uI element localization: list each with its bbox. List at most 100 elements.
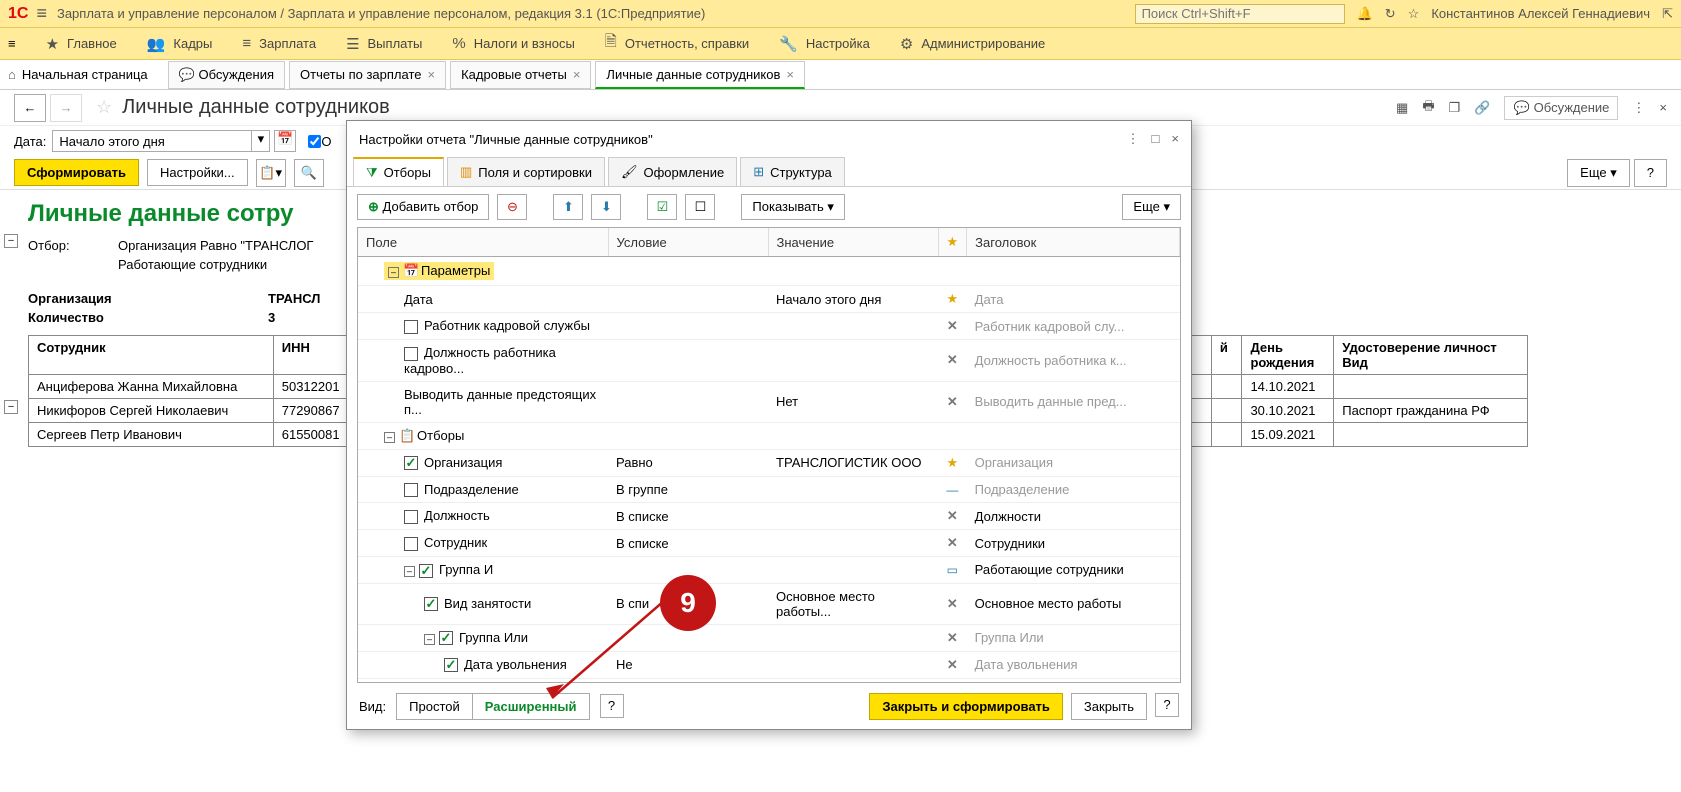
window-icon[interactable]: ❐ (1449, 100, 1461, 116)
row-checkbox[interactable]: ✓ (424, 597, 438, 611)
x-icon[interactable]: ✕ (947, 535, 958, 550)
history-icon[interactable]: ↻ (1385, 6, 1396, 22)
x-icon[interactable]: ✕ (947, 596, 958, 611)
run-report-button[interactable]: Сформировать (14, 159, 139, 186)
discussion-button[interactable]: 💬Обсуждение (1504, 96, 1618, 120)
menu-burger-icon[interactable]: ≡ (8, 36, 16, 51)
kebab-icon[interactable]: ⋮ (1632, 100, 1645, 116)
row-checkbox[interactable]: ✓ (439, 631, 453, 645)
add-filter-button[interactable]: ⊕ Добавить отбор (357, 194, 489, 220)
help-button[interactable]: ? (1634, 159, 1667, 187)
back-button[interactable]: ← (14, 94, 46, 122)
dlg-tab-fields[interactable]: ▥Поля и сортировки (447, 157, 605, 186)
x-icon[interactable]: ✕ (947, 318, 958, 333)
date-input[interactable] (52, 130, 252, 152)
move-up-button[interactable]: ⬆ (553, 194, 583, 220)
dlg-more-button[interactable]: Еще ▾ (1122, 194, 1181, 220)
close-icon[interactable]: × (1659, 100, 1667, 115)
row-checkbox[interactable] (404, 320, 418, 334)
org-checkbox[interactable] (308, 135, 321, 148)
row-checkbox[interactable]: ✓ (419, 564, 433, 578)
delete-button[interactable]: ⊖ (497, 194, 527, 220)
star-icon[interactable]: ★ (947, 291, 959, 306)
filter-row[interactable]: ДолжностьВ списке✕Должности (358, 503, 1180, 530)
x-icon[interactable]: ✕ (947, 352, 958, 367)
menu-kadry[interactable]: 👥Кадры (147, 35, 213, 53)
menu-admin[interactable]: ⚙Администрирование (900, 35, 1045, 53)
filter-row[interactable]: ✓Дата увольненияНе✕Дата увольнения (358, 651, 1180, 678)
menu-nastroika[interactable]: 🔧Настройка (779, 35, 870, 53)
star-icon[interactable]: ☆ (1408, 6, 1420, 22)
show-button[interactable]: Показывать ▾ (741, 194, 845, 220)
favorite-icon[interactable]: ☆ (96, 97, 112, 118)
filter-row[interactable]: Работник кадровой службы✕Работник кадров… (358, 313, 1180, 340)
x-icon[interactable]: ✕ (947, 394, 958, 409)
tree-collapse[interactable]: – (4, 234, 18, 248)
filter-row[interactable]: СотрудникВ списке✕Сотрудники (358, 530, 1180, 557)
row-checkbox[interactable]: ✓ (404, 456, 418, 470)
calendar-icon[interactable]: 📅 (274, 130, 296, 152)
grid-icon[interactable]: ▦ (1396, 100, 1408, 116)
menu-nalogi[interactable]: %Налоги и взносы (452, 35, 574, 52)
view-icon[interactable]: — (946, 483, 958, 497)
menu-vyplaty[interactable]: ☰Выплаты (346, 35, 422, 53)
tree-toggle-icon[interactable]: – (384, 432, 395, 443)
close-and-run-button[interactable]: Закрыть и сформировать (869, 693, 1063, 720)
close-icon[interactable]: × (573, 67, 581, 82)
move-down-button[interactable]: ⬇ (591, 194, 621, 220)
row-checkbox[interactable]: ✓ (444, 658, 458, 672)
filter-row[interactable]: ДатаНачало этого дня★Дата (358, 286, 1180, 313)
tree-collapse[interactable]: – (4, 400, 18, 414)
load-variant-button[interactable]: 📋▾ (256, 159, 286, 187)
star-icon[interactable]: ★ (947, 455, 959, 470)
filter-row[interactable]: ✓ОрганизацияРавноТРАНСЛОГИСТИК ООО★Орган… (358, 449, 1180, 476)
filter-grid[interactable]: Поле Условие Значение ★ Заголовок –📅Пара… (357, 227, 1181, 683)
filter-row[interactable]: –✓Группа Или✕Группа Или (358, 624, 1180, 651)
home-icon[interactable]: ⌂ (8, 67, 16, 82)
menu-zarplata[interactable]: ≡Зарплата (242, 35, 316, 52)
user-name[interactable]: Константинов Алексей Геннадиевич (1431, 6, 1650, 21)
close-icon[interactable]: × (786, 67, 794, 82)
dlg-tab-style[interactable]: 🖌Оформление (608, 157, 737, 186)
view-icon[interactable]: ▭ (947, 563, 958, 577)
tab-reports-salary[interactable]: Отчеты по зарплате× (289, 61, 446, 89)
find-button[interactable]: 🔍 (294, 159, 324, 187)
x-icon[interactable]: ✕ (947, 657, 958, 672)
dlg-tab-structure[interactable]: ⊞Структура (740, 157, 845, 186)
filter-row[interactable]: Выводить данные предстоящих п...Нет✕Выво… (358, 381, 1180, 422)
tab-reports-hr[interactable]: Кадровые отчеты× (450, 61, 591, 89)
burger-icon[interactable]: ≡ (36, 3, 47, 24)
tab-discuss[interactable]: 💬 Обсуждения (168, 61, 285, 89)
dlg-tab-filters[interactable]: ⧩Отборы (353, 157, 444, 186)
close-icon[interactable]: × (428, 67, 436, 82)
uncheck-all-button[interactable]: ☐ (685, 194, 715, 220)
filter-row[interactable]: –📅Параметры (358, 257, 1180, 286)
global-search[interactable] (1135, 4, 1345, 24)
close-button[interactable]: Закрыть (1071, 693, 1147, 720)
close-icon[interactable]: × (1171, 131, 1179, 147)
menu-main[interactable]: ★Главное (46, 35, 117, 53)
tree-toggle-icon[interactable]: – (424, 634, 435, 645)
row-checkbox[interactable] (404, 510, 418, 524)
filter-row[interactable]: Должность работника кадрово...✕Должность… (358, 340, 1180, 382)
x-icon[interactable]: ✕ (947, 508, 958, 523)
bell-icon[interactable]: 🔔 (1357, 6, 1373, 22)
row-checkbox[interactable] (404, 483, 418, 497)
print-icon[interactable]: 🖶 (1422, 97, 1434, 119)
tab-home[interactable]: Начальная страница (22, 67, 148, 82)
filter-row[interactable]: –📋Отборы (358, 422, 1180, 449)
menu-otchetnost[interactable]: 🗎Отчетность, справки (605, 31, 749, 56)
filter-row[interactable]: –✓Группа И▭Работающие сотрудники (358, 557, 1180, 584)
tree-toggle-icon[interactable]: – (404, 566, 415, 577)
kebab-icon[interactable]: ⋮ (1127, 131, 1140, 147)
x-icon[interactable]: ✕ (947, 630, 958, 645)
view-simple[interactable]: Простой (397, 694, 473, 719)
dlg-help-button[interactable]: ? (1155, 693, 1179, 717)
filter-row[interactable]: ✓Вид занятостиВ спиОсновное место работы… (358, 583, 1180, 624)
check-all-button[interactable]: ☑ (647, 194, 677, 220)
dock-icon[interactable]: ⇱ (1662, 6, 1673, 22)
link-icon[interactable]: 🔗 (1474, 100, 1490, 116)
row-checkbox[interactable] (404, 347, 418, 361)
more-button[interactable]: Еще ▾ (1567, 159, 1630, 187)
row-checkbox[interactable] (404, 537, 418, 551)
